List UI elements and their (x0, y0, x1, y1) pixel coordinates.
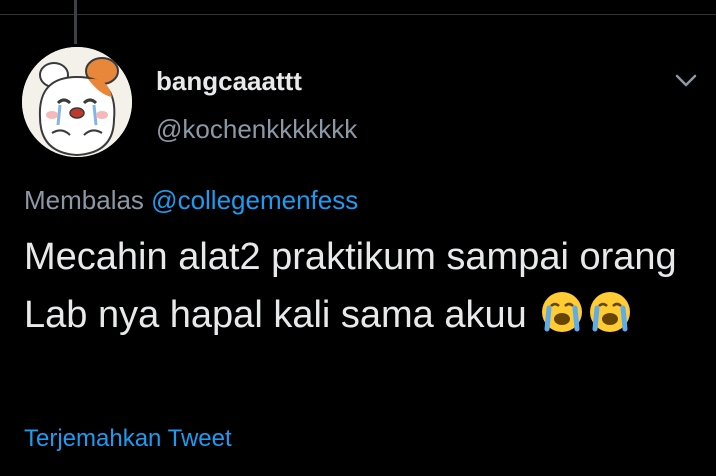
reply-mention-link[interactable]: @collegemenfess (151, 185, 358, 215)
loudly-crying-face-icon (590, 292, 631, 332)
tweet-body: Mecahin alat2 praktikum sampai orang Lab… (24, 228, 704, 344)
display-name[interactable]: bangcaaattt (156, 64, 302, 98)
top-divider (0, 14, 716, 15)
chevron-down-icon (675, 74, 697, 87)
reply-context: Membalas @collegemenfess (24, 182, 358, 218)
user-handle[interactable]: @kochenkkkkkkk (156, 112, 357, 146)
thread-connector-line (74, 0, 77, 44)
reply-prefix: Membalas (24, 185, 144, 215)
translate-tweet-link[interactable]: Terjemahkan Tweet (24, 422, 232, 456)
hamster-avatar-icon (22, 47, 132, 157)
avatar[interactable] (22, 47, 132, 157)
loudly-crying-face-icon (542, 292, 583, 332)
more-options-button[interactable] (670, 64, 702, 96)
